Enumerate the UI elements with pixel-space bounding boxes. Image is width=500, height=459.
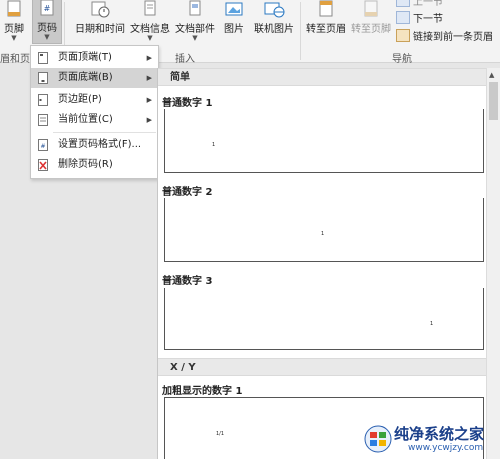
calendar-clock-icon <box>91 1 110 18</box>
chevron-down-icon: ▼ <box>192 34 198 42</box>
chevron-right-icon: ▶ <box>146 116 152 124</box>
page-number-sample: 1 <box>321 231 325 237</box>
page-number-sample: 1/1 <box>216 431 225 437</box>
chevron-right-icon: ▶ <box>146 96 152 104</box>
picture-button[interactable]: 图片 <box>221 0 247 35</box>
menu-item-current-position[interactable]: 当前位置(C) ▶ <box>31 110 158 130</box>
chevron-down-icon: ▼ <box>11 34 17 42</box>
chevron-right-icon: ▶ <box>146 74 152 82</box>
menu-item-label: 删除页码(R) <box>58 159 113 170</box>
svg-text:#: # <box>40 143 45 150</box>
goto-footer-icon <box>364 0 378 17</box>
chevron-right-icon: ▶ <box>146 54 152 62</box>
menu-item-label: 设置页码格式(F)... <box>58 139 142 150</box>
page-margin-icon <box>38 94 48 106</box>
page-number-sample: 1 <box>212 142 216 148</box>
group-label-navigation: 导航 <box>392 54 412 65</box>
prev-section-label: 上一节 <box>413 0 443 8</box>
menu-separator <box>53 132 156 133</box>
gallery-item-title: 加粗显示的数字 1 <box>162 386 243 397</box>
next-section-button[interactable]: 下一节 <box>396 10 443 25</box>
footer-icon <box>7 0 21 17</box>
gallery-item-plain-number-2[interactable]: 1 <box>164 198 484 262</box>
menu-item-format-page-numbers[interactable]: # 设置页码格式(F)... <box>31 135 158 155</box>
scroll-up-arrow-icon[interactable]: ▲ <box>489 71 494 79</box>
doc-parts-label: 文档部件 <box>175 24 215 35</box>
gallery-item-plain-number-1[interactable]: 1 <box>164 109 484 173</box>
page-number-menu: 页面顶端(T) ▶ 页面底端(B) ▶ 页边距(P) ▶ 当前位置(C) ▶ #… <box>30 45 159 179</box>
menu-item-remove-page-numbers[interactable]: 删除页码(R) <box>31 155 158 175</box>
gallery-item-title: 普通数字 3 <box>162 276 213 287</box>
page-top-icon <box>38 52 48 64</box>
picture-label: 图片 <box>224 24 244 35</box>
next-section-icon <box>396 11 410 24</box>
scrollbar-thumb[interactable] <box>489 82 498 120</box>
date-time-button[interactable]: 日期和时间 <box>74 0 126 35</box>
current-position-icon <box>38 114 48 126</box>
online-picture-button[interactable]: 联机图片 <box>252 0 296 35</box>
group-separator <box>300 2 301 60</box>
menu-item-page-bottom[interactable]: 页面底端(B) ▶ <box>31 68 158 88</box>
online-picture-label: 联机图片 <box>254 24 294 35</box>
menu-item-page-margin[interactable]: 页边距(P) ▶ <box>31 90 158 110</box>
doc-parts-button[interactable]: 文档部件 ▼ <box>174 0 216 42</box>
date-time-label: 日期和时间 <box>75 24 125 35</box>
online-picture-icon <box>264 2 285 18</box>
gallery-section-header: 简单 <box>158 68 488 86</box>
goto-header-label: 转至页眉 <box>306 24 346 35</box>
doc-info-label: 文档信息 <box>130 24 170 35</box>
watermark-logo: 纯净系统之家 www.ycwjzy.com <box>362 421 498 459</box>
page-bottom-gallery: 简单 普通数字 1 1 普通数字 2 1 普通数字 3 1 X / Y 加粗显示… <box>157 68 488 459</box>
page-bottom-icon <box>38 72 48 84</box>
prev-section-button[interactable]: 上一节 <box>396 0 443 8</box>
gallery-item-title: 普通数字 1 <box>162 98 213 109</box>
footer-button[interactable]: 页脚 ▼ <box>2 0 26 42</box>
doc-parts-icon <box>189 0 201 16</box>
goto-footer-button[interactable]: 转至页脚 <box>350 0 392 35</box>
group-label-insert: 插入 <box>175 54 195 65</box>
format-page-numbers-icon: # <box>38 139 48 151</box>
menu-item-label: 页面顶端(T) <box>58 52 112 63</box>
chevron-down-icon: ▼ <box>44 33 50 41</box>
page-number-sample: 1 <box>430 321 434 327</box>
menu-item-label: 页边距(P) <box>58 94 102 105</box>
svg-text:#: # <box>44 4 51 13</box>
page-number-icon: # <box>40 0 54 16</box>
gallery-section-header: X / Y <box>158 358 488 376</box>
menu-item-page-top[interactable]: 页面顶端(T) ▶ <box>31 48 158 68</box>
menu-item-label: 页面底端(B) <box>58 72 113 83</box>
page-number-label: 页码 <box>37 23 57 34</box>
page-number-button[interactable]: # 页码 ▼ <box>32 0 62 44</box>
doc-info-button[interactable]: 文档信息 ▼ <box>130 0 170 42</box>
footer-label: 页脚 <box>4 24 24 35</box>
watermark-url: www.ycwjzy.com <box>408 443 484 453</box>
link-previous-label: 链接到前一条页眉 <box>413 32 493 43</box>
watermark-text: 纯净系统之家 <box>394 425 485 443</box>
picture-icon <box>225 2 243 16</box>
goto-header-icon <box>319 0 333 17</box>
chevron-down-icon: ▼ <box>147 34 153 42</box>
gallery-item-title: 普通数字 2 <box>162 187 213 198</box>
gallery-scrollbar[interactable]: ▲ <box>486 68 500 459</box>
link-previous-button[interactable]: 链接到前一条页眉 <box>396 28 493 43</box>
next-section-label: 下一节 <box>413 14 443 25</box>
menu-item-label: 当前位置(C) <box>58 114 113 125</box>
gallery-item-plain-number-3[interactable]: 1 <box>164 288 484 350</box>
remove-page-numbers-icon <box>38 159 48 171</box>
goto-footer-label: 转至页脚 <box>351 24 391 35</box>
goto-header-button[interactable]: 转至页眉 <box>305 0 347 35</box>
link-icon <box>396 29 410 42</box>
doc-info-icon <box>144 0 156 16</box>
prev-section-icon <box>396 0 410 7</box>
windows-logo-icon <box>364 425 392 453</box>
